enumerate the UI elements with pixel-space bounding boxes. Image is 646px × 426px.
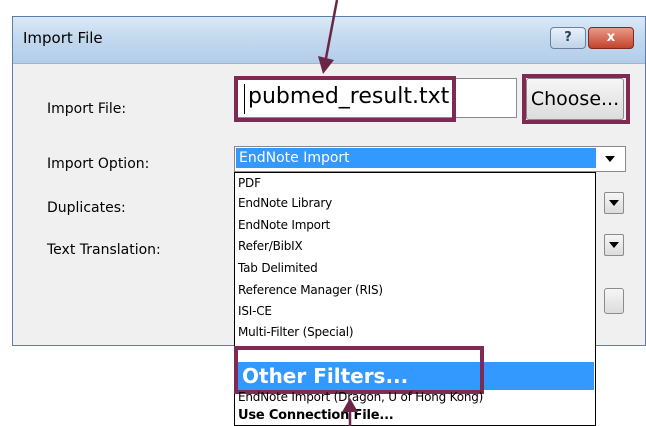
list-item[interactable]: PDF xyxy=(238,174,261,192)
choose-button-highlight xyxy=(522,74,630,124)
duplicates-dropdown-button[interactable] xyxy=(604,192,624,214)
list-item[interactable]: Reference Manager (RIS) xyxy=(238,281,383,299)
text-translation-dropdown-button[interactable] xyxy=(604,234,624,256)
import-option-selected-value: EndNote Import xyxy=(236,148,596,168)
chevron-down-icon xyxy=(609,200,619,206)
list-item[interactable]: EndNote Import xyxy=(238,216,330,234)
list-item[interactable]: Multi-Filter (Special) xyxy=(238,323,354,341)
import-file-label: Import File: xyxy=(47,101,127,117)
list-item[interactable]: ISI-CE xyxy=(238,302,272,320)
dialog-button[interactable] xyxy=(604,288,624,314)
close-button[interactable]: x xyxy=(588,27,634,49)
chevron-down-icon xyxy=(609,242,619,248)
text-translation-label: Text Translation: xyxy=(47,242,161,258)
other-filters-highlight xyxy=(234,346,484,394)
import-option-label: Import Option: xyxy=(47,156,150,172)
list-item[interactable]: EndNote Library xyxy=(238,194,332,212)
list-item[interactable]: Refer/BibIX xyxy=(238,237,303,255)
chevron-down-icon[interactable] xyxy=(605,156,615,162)
arrow-pointer-icon xyxy=(342,398,358,426)
list-item[interactable]: Tab Delimited xyxy=(238,259,318,277)
dialog-title: Import File xyxy=(23,29,103,47)
help-button[interactable]: ? xyxy=(550,27,586,49)
list-item[interactable]: Use Connection File... xyxy=(238,407,394,425)
duplicates-label: Duplicates: xyxy=(47,200,126,216)
file-field-highlight xyxy=(234,76,456,122)
arrow-pointer-icon xyxy=(318,0,339,74)
